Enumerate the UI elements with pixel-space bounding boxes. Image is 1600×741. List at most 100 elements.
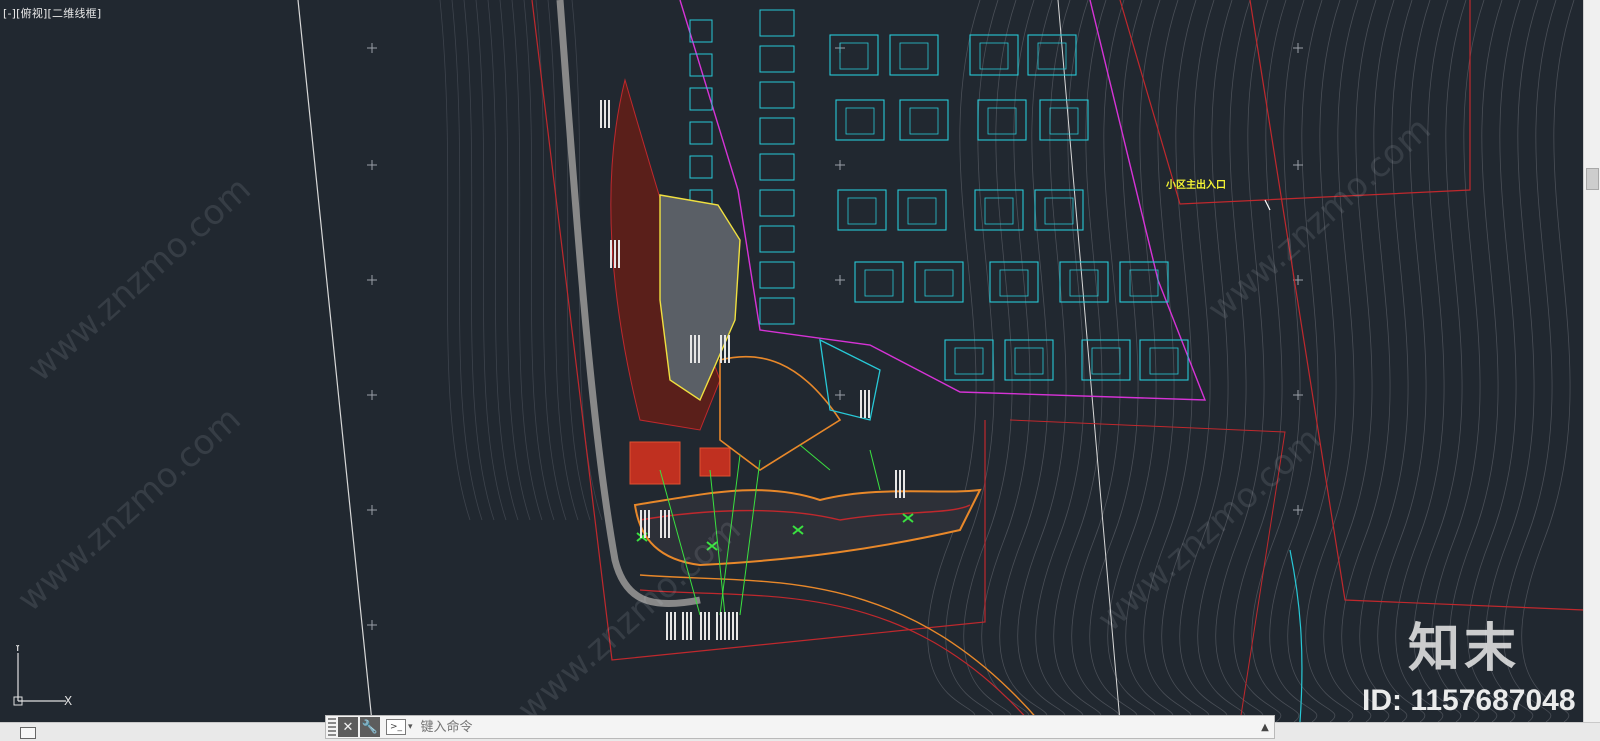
grid-cross-marker <box>835 275 845 285</box>
building-core <box>864 269 894 297</box>
building-core <box>845 107 875 135</box>
building-footprint <box>689 155 713 179</box>
annotation-text-stack <box>694 335 696 363</box>
annotation-text-stack <box>698 335 700 363</box>
annotation-text-stack <box>720 612 722 640</box>
contour-line <box>1269 0 1323 722</box>
drawing-viewport[interactable]: [-][俯视][二维线框] 小区主出入口 Y X www.znzmo.com w… <box>0 0 1584 722</box>
annotation-text-stack <box>895 470 897 498</box>
visual-style-control[interactable]: [二维线框] <box>48 7 102 20</box>
building-footprint <box>759 9 795 37</box>
contour-line <box>1359 0 1413 722</box>
ucs-x-label: X <box>64 694 72 708</box>
building-core <box>987 107 1017 135</box>
annotation-text-stack <box>674 612 676 640</box>
ucs-y-label: Y <box>13 645 22 654</box>
close-icon[interactable]: ✕ <box>338 717 358 737</box>
annotation-text-stack <box>864 390 866 418</box>
chevron-up-icon[interactable]: ▲ <box>1256 722 1274 733</box>
watermark-brand: 知末 <box>1408 619 1521 679</box>
watermark-id: ID: 1157687048 <box>1362 684 1576 717</box>
building-footprint <box>759 189 795 217</box>
building-core <box>907 197 937 225</box>
grid-cross-marker <box>367 620 377 630</box>
annotation-text-stack <box>618 240 620 268</box>
annotation-text-stack <box>716 612 718 640</box>
annotation-leader <box>1264 199 1271 211</box>
annotation-text-stack <box>600 100 602 128</box>
annotation-text-stack <box>868 390 870 418</box>
command-line-grip[interactable] <box>328 718 336 736</box>
cad-drawing-canvas[interactable] <box>0 0 1584 722</box>
grid-cross-marker <box>367 390 377 400</box>
grid-cross-marker <box>367 505 377 515</box>
grid-cross-marker <box>1293 160 1303 170</box>
ucs-icon: Y X <box>10 645 80 713</box>
annotation-text-stack <box>700 612 702 640</box>
grid-cross-marker <box>1293 505 1303 515</box>
annotation-text-stack <box>690 612 692 640</box>
annotation-text-stack <box>660 510 662 538</box>
building-footprint <box>689 121 713 145</box>
view-direction-control[interactable]: [俯视] <box>16 7 47 20</box>
contour-line <box>1233 0 1287 722</box>
annotation-text-stack <box>708 612 710 640</box>
command-input[interactable] <box>418 718 1256 736</box>
reference-line <box>297 0 373 722</box>
main-entrance-annotation: 小区主出入口 <box>1166 180 1226 191</box>
building-core <box>1091 347 1121 375</box>
contour-line <box>1323 0 1377 722</box>
annotation-text-stack <box>686 612 688 640</box>
building-footprint <box>759 225 795 253</box>
annotation-text-stack <box>664 510 666 538</box>
grid-cross-marker <box>1293 43 1303 53</box>
building-footprint <box>629 441 681 485</box>
annotation-text-stack <box>690 335 692 363</box>
plaza-paving <box>659 194 741 402</box>
command-line[interactable]: ✕ 🔧 >_ ▾ ▲ <box>325 715 1275 739</box>
building-footprint <box>759 117 795 145</box>
stream-line <box>1289 549 1303 722</box>
building-footprint <box>689 53 713 77</box>
vertical-scrollbar[interactable] <box>1583 0 1600 722</box>
contour-line <box>1197 0 1251 722</box>
annotation-text-stack <box>724 612 726 640</box>
contour-line <box>1305 0 1359 722</box>
grid-cross-marker <box>835 390 845 400</box>
annotation-text-stack <box>736 612 738 640</box>
annotation-text-stack <box>728 335 730 363</box>
scrollbar-thumb[interactable] <box>1586 168 1599 190</box>
contour-line <box>1521 0 1575 722</box>
building-footprint <box>759 297 795 325</box>
layout-grid-icon[interactable] <box>20 727 36 739</box>
annotation-text-stack <box>666 612 668 640</box>
building-footprint <box>689 87 713 111</box>
command-prompt-icon[interactable]: >_ <box>386 719 406 735</box>
annotation-text-stack <box>724 335 726 363</box>
annotation-text-stack <box>670 612 672 640</box>
annotation-text-stack <box>648 510 650 538</box>
building-footprint <box>759 81 795 109</box>
building-core <box>839 42 869 70</box>
contour-line <box>1251 0 1305 722</box>
annotation-text-stack <box>860 390 862 418</box>
grid-cross-marker <box>367 275 377 285</box>
building-core <box>1129 269 1159 297</box>
grid-cross-marker <box>1293 390 1303 400</box>
viewport-controls[interactable]: [-][俯视][二维线框] <box>3 5 101 21</box>
annotation-text-stack <box>640 510 642 538</box>
building-footprint <box>699 447 731 477</box>
annotation-text-stack <box>614 240 616 268</box>
annotation-text-stack <box>610 240 612 268</box>
road-edge <box>639 574 1041 722</box>
grid-cross-marker <box>835 160 845 170</box>
annotation-text-stack <box>899 470 901 498</box>
viewport-menu-control[interactable]: [-] <box>3 7 16 20</box>
grid-cross-marker <box>367 160 377 170</box>
chevron-down-icon[interactable]: ▾ <box>408 722 413 732</box>
building-core <box>1044 197 1074 225</box>
contour-line <box>1215 0 1269 722</box>
building-core <box>1049 107 1079 135</box>
wrench-icon[interactable]: 🔧 <box>360 717 380 737</box>
annotation-text-stack <box>704 612 706 640</box>
